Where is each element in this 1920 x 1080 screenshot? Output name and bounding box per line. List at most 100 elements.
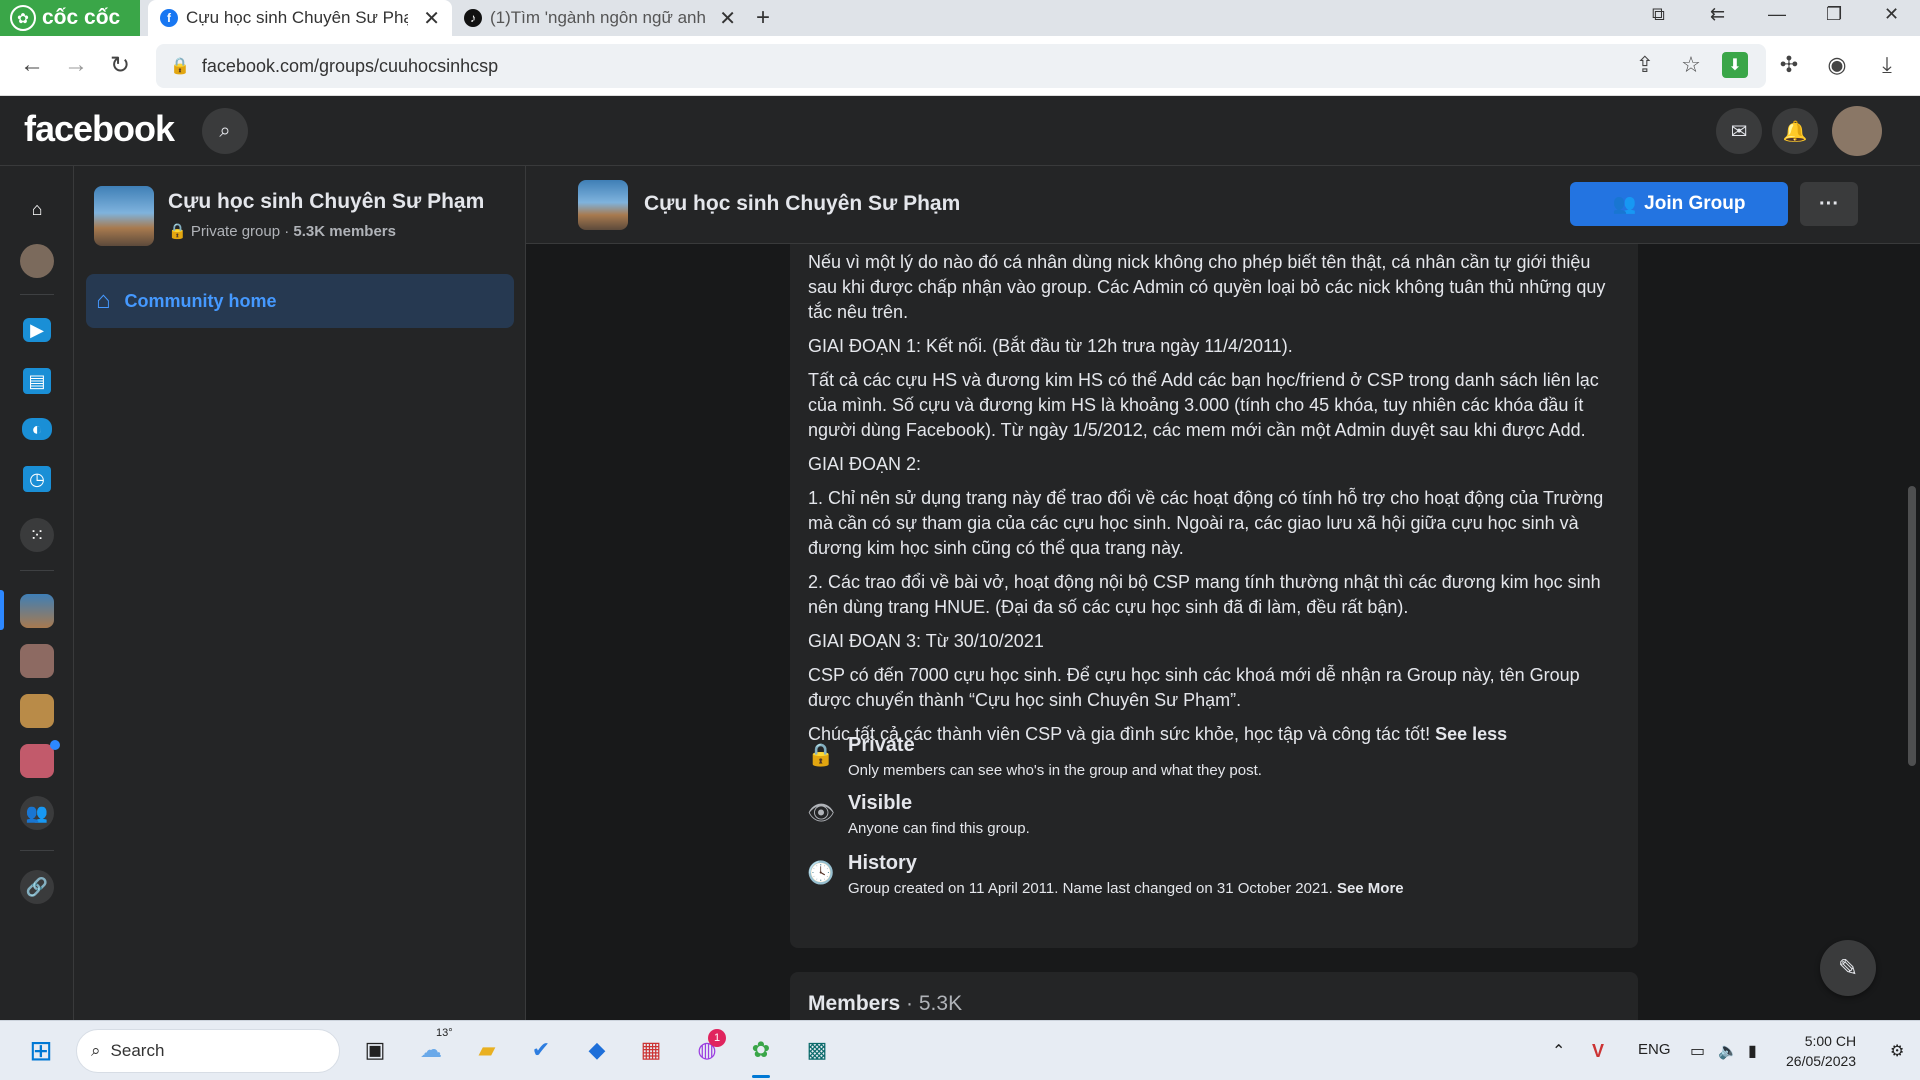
language-indicator[interactable]: ENG bbox=[1638, 1041, 1671, 1058]
unikey-icon[interactable]: V bbox=[1592, 1041, 1604, 1062]
battery-icon[interactable]: ▮ bbox=[1748, 1041, 1757, 1061]
new-message-compose-icon[interactable]: ✎ bbox=[1820, 940, 1876, 996]
taskbar-search[interactable]: ⌕ Search bbox=[76, 1029, 340, 1073]
account-avatar[interactable] bbox=[1832, 106, 1882, 156]
rail-divider bbox=[20, 570, 54, 571]
notifications-bell-icon[interactable]: 🔔 bbox=[1772, 108, 1818, 154]
group-shortcut[interactable] bbox=[20, 644, 54, 678]
private-description: Only members can see who's in the group … bbox=[848, 762, 1262, 779]
unread-dot bbox=[50, 740, 60, 750]
link-icon[interactable]: 🔗 bbox=[20, 870, 54, 904]
back-icon[interactable]: ← bbox=[20, 51, 44, 79]
memories-clock-icon[interactable]: ◷ bbox=[23, 466, 51, 492]
about-paragraph: GIAI ĐOẠN 1: Kết nối. (Bắt đầu từ 12h tr… bbox=[808, 336, 1293, 356]
brand-label: cốc cốc bbox=[42, 6, 121, 29]
see-more-link[interactable]: See More bbox=[1337, 880, 1404, 897]
group-member-count: 5.3K members bbox=[293, 223, 396, 240]
clock-time: 5:00 CH bbox=[1804, 1033, 1857, 1049]
tab-search-icon[interactable]: ⇇ bbox=[1710, 4, 1725, 25]
group-sidebar: Cựu học sinh Chuyên Sư Phạm 🔒 Private gr… bbox=[74, 166, 526, 1020]
savior-download-icon[interactable]: ⬇ bbox=[1722, 52, 1748, 78]
join-label: Join Group bbox=[1644, 193, 1746, 214]
system-clock[interactable]: 5:00 CH 26/05/2023 bbox=[1786, 1031, 1856, 1071]
network-icon[interactable]: ▭ bbox=[1690, 1041, 1705, 1061]
active-app-indicator bbox=[752, 1075, 770, 1078]
menu-grid-icon[interactable]: ⁙ bbox=[20, 518, 54, 552]
visible-title: Visible bbox=[848, 792, 913, 814]
tab-title: (1)Tìm 'ngành ngôn ngữ anh bbox=[490, 8, 706, 27]
profile-icon[interactable]: ◉ bbox=[1824, 52, 1850, 78]
taskbar-search-label: Search bbox=[110, 1041, 165, 1060]
group-shortcut-csp[interactable] bbox=[20, 594, 54, 628]
extensions-icon[interactable]: ✣ bbox=[1776, 52, 1802, 78]
marketplace-icon[interactable]: ▤ bbox=[23, 368, 51, 394]
app-icon[interactable]: ▦ bbox=[636, 1035, 666, 1065]
screenshot-icon[interactable]: ⧉ bbox=[1652, 4, 1665, 25]
members-card: Members · 5.3K bbox=[790, 972, 1638, 1020]
sidebar-item-community-home[interactable]: ⌂ Community home bbox=[86, 274, 514, 328]
app-icon[interactable]: ◆ bbox=[582, 1035, 612, 1065]
notification-center-icon[interactable]: ⚙ bbox=[1890, 1041, 1904, 1061]
more-options-button[interactable]: ··· bbox=[1800, 182, 1858, 226]
forward-icon[interactable]: → bbox=[64, 51, 88, 79]
group-cover-thumbnail[interactable] bbox=[94, 186, 154, 246]
tab-facebook-group[interactable]: f Cựu học sinh Chuyên Sư Phạm ✕ bbox=[148, 0, 452, 36]
maximize-icon[interactable]: ❐ bbox=[1826, 4, 1842, 25]
lock-icon: 🔒 bbox=[807, 742, 835, 767]
weather-icon[interactable]: ☁ bbox=[416, 1035, 446, 1065]
about-description: Nếu vì một lý do nào đó cá nhân dùng nic… bbox=[808, 250, 1620, 756]
facebook-logo[interactable]: facebook bbox=[24, 108, 175, 150]
scrollbar-thumb[interactable] bbox=[1908, 486, 1916, 766]
share-icon[interactable]: ⇪ bbox=[1632, 52, 1658, 78]
close-tab-icon[interactable]: ✕ bbox=[423, 6, 440, 31]
group-name[interactable]: Cựu học sinh Chuyên Sư Phạm bbox=[168, 190, 484, 214]
app-icon[interactable]: ▩ bbox=[802, 1035, 832, 1065]
bookmark-star-icon[interactable]: ☆ bbox=[1678, 52, 1704, 78]
home-icon: ⌂ bbox=[96, 287, 111, 314]
gaming-icon[interactable]: ◐ bbox=[22, 418, 52, 440]
windows-start-icon[interactable]: ⊞ bbox=[26, 1035, 56, 1066]
watch-video-icon[interactable]: ▶ bbox=[23, 318, 51, 342]
tab-title: Cựu học sinh Chuyên Sư Phạm bbox=[186, 8, 408, 27]
visible-description: Anyone can find this group. bbox=[848, 820, 1030, 837]
groups-icon[interactable]: 👥 bbox=[20, 796, 54, 830]
task-view-icon[interactable]: ▣ bbox=[360, 1035, 390, 1065]
search-icon: ⌕ bbox=[91, 1041, 101, 1060]
window-close-icon[interactable]: ✕ bbox=[1884, 4, 1899, 25]
tab-tiktok[interactable]: ♪ (1)Tìm 'ngành ngôn ngữ anh ✕ bbox=[452, 0, 748, 36]
facebook-icon: f bbox=[160, 9, 178, 27]
close-tab-icon[interactable]: ✕ bbox=[719, 6, 736, 31]
group-meta: 🔒 Private group · 5.3K members bbox=[168, 222, 396, 240]
join-group-button[interactable]: 👥 Join Group bbox=[1570, 182, 1788, 226]
coccoc-brand[interactable]: ✿ cốc cốc bbox=[0, 0, 140, 36]
minimize-icon[interactable]: — bbox=[1768, 4, 1786, 25]
profile-avatar[interactable] bbox=[20, 244, 54, 278]
add-group-icon: 👥 bbox=[1612, 194, 1637, 215]
url-text: facebook.com/groups/cuuhocsinhcsp bbox=[201, 55, 499, 76]
downloads-icon[interactable]: ⤓ bbox=[1874, 52, 1900, 78]
search-icon[interactable]: ⌕ bbox=[202, 108, 248, 154]
new-tab-icon[interactable]: + bbox=[756, 4, 770, 32]
url-field[interactable]: 🔒 facebook.com/groups/cuuhocsinhcsp bbox=[156, 44, 1766, 88]
group-shortcut[interactable] bbox=[20, 744, 54, 778]
private-title: Private bbox=[848, 734, 915, 756]
about-paragraph: GIAI ĐOẠN 3: Từ 30/10/2021 bbox=[808, 631, 1044, 651]
volume-icon[interactable]: 🔈 bbox=[1718, 1041, 1738, 1061]
sidebar-item-label: Community home bbox=[124, 290, 277, 311]
members-count: 5.3K bbox=[918, 992, 963, 1015]
group-title: Cựu học sinh Chuyên Sư Phạm bbox=[644, 192, 961, 215]
coccoc-app-icon[interactable]: ✿ bbox=[746, 1035, 776, 1065]
messenger-icon[interactable]: ✉ bbox=[1716, 108, 1762, 154]
group-shortcut[interactable] bbox=[20, 694, 54, 728]
members-separator: · bbox=[900, 992, 919, 1015]
group-cover-thumbnail bbox=[578, 180, 628, 230]
history-description: Group created on 11 April 2011. Name las… bbox=[848, 880, 1404, 897]
about-paragraph: GIAI ĐOẠN 2: bbox=[808, 454, 922, 474]
todo-check-icon[interactable]: ✔ bbox=[526, 1035, 556, 1065]
home-icon[interactable]: ⌂ bbox=[20, 192, 54, 226]
history-title: History bbox=[848, 852, 917, 874]
reload-icon[interactable]: ↻ bbox=[110, 51, 130, 80]
tray-overflow-icon[interactable]: ⌃ bbox=[1552, 1041, 1565, 1061]
rail-divider bbox=[20, 294, 54, 295]
file-explorer-icon[interactable]: ▰ bbox=[472, 1035, 502, 1065]
